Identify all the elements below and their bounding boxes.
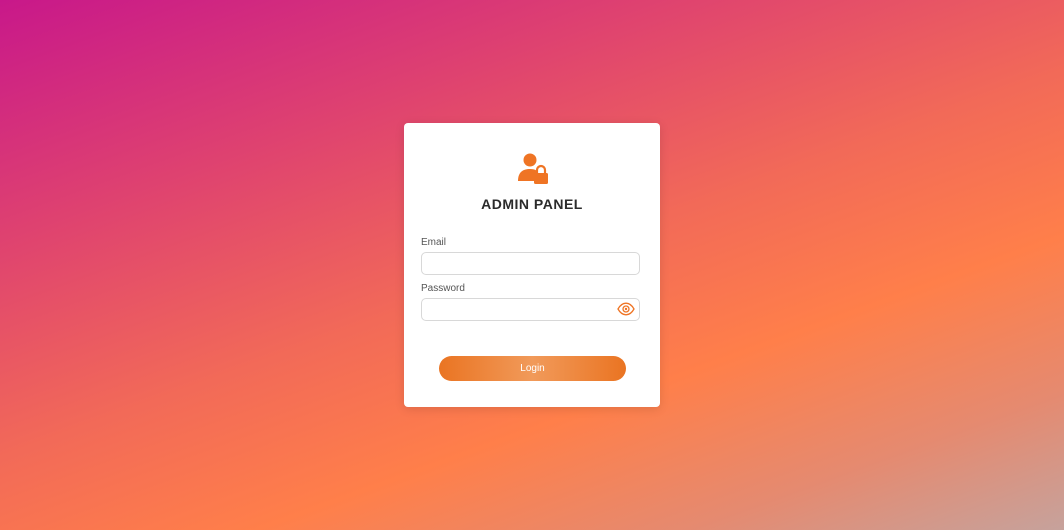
login-card: ADMIN PANEL Email Password Login [404, 123, 660, 407]
password-label: Password [421, 283, 465, 294]
user-lock-icon [518, 153, 548, 184]
email-field[interactable] [421, 252, 640, 275]
page-title: ADMIN PANEL [481, 196, 583, 212]
email-label: Email [421, 237, 447, 248]
login-button[interactable]: Login [439, 356, 626, 381]
password-field[interactable] [421, 298, 640, 321]
eye-icon[interactable] [617, 302, 635, 316]
